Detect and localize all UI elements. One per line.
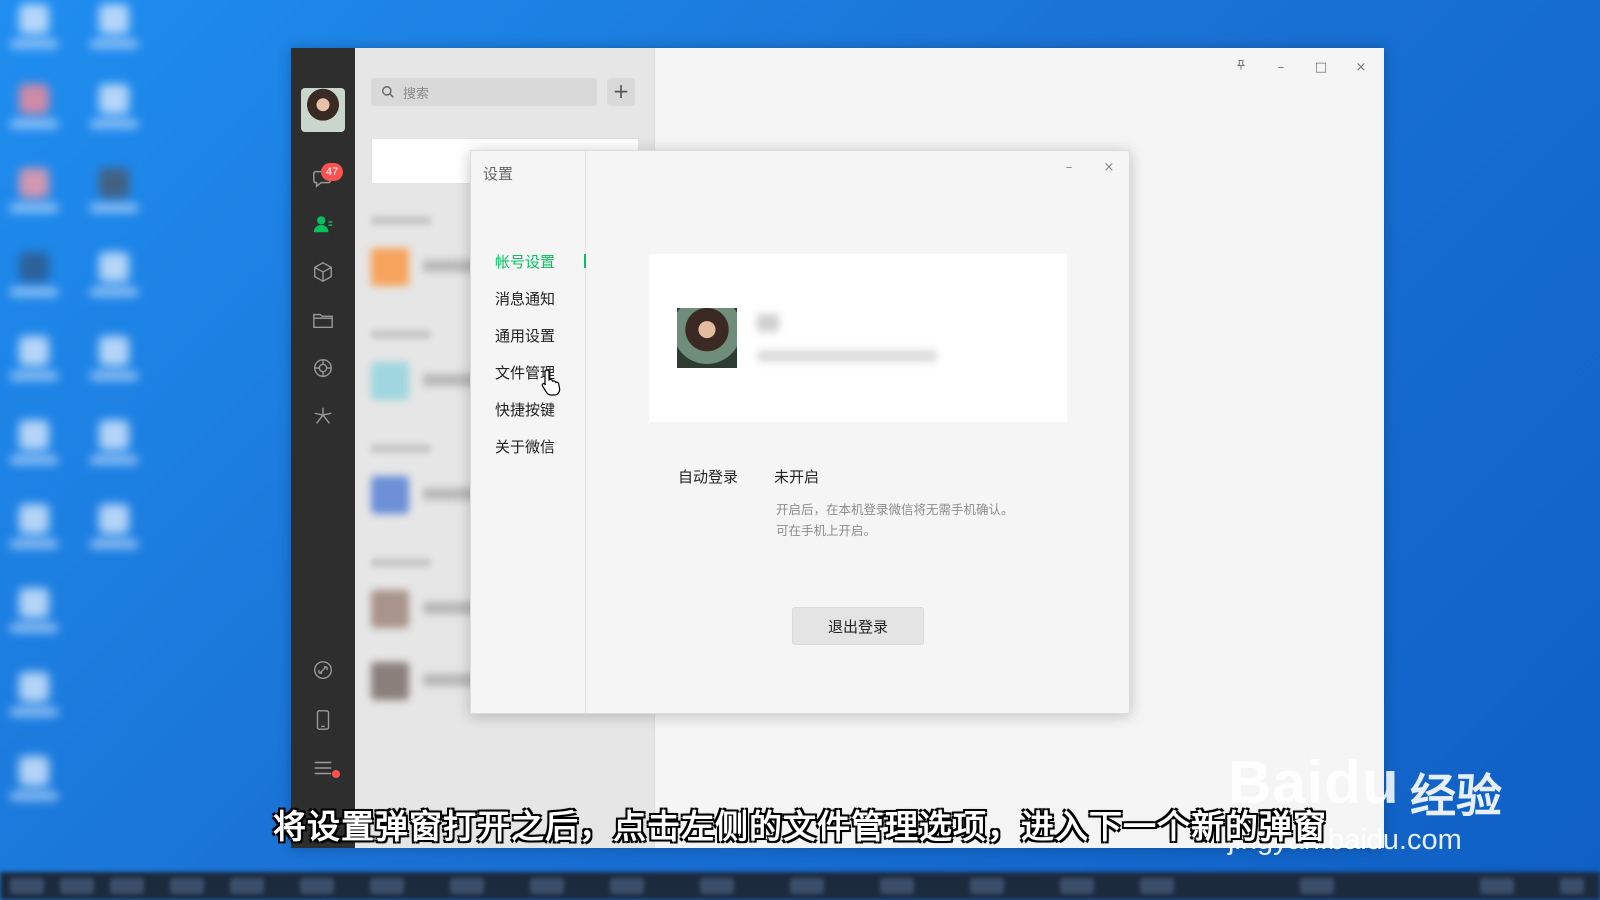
- nav-account-settings[interactable]: 帐号设置: [495, 251, 555, 272]
- hint-line: 开启后，在本机登录微信将无需手机确认。: [776, 502, 1014, 517]
- desktop-icon[interactable]: [6, 168, 62, 232]
- desktop-icon[interactable]: [86, 168, 142, 232]
- section-label: [371, 330, 431, 339]
- dialog-close-button[interactable]: ×: [1096, 155, 1122, 181]
- nav-message-notifications[interactable]: 消息通知: [495, 288, 555, 309]
- taskbar-item[interactable]: [970, 878, 1004, 894]
- desktop-icon[interactable]: [86, 252, 142, 316]
- section-label: [371, 216, 431, 225]
- maximize-button[interactable]: □: [1309, 56, 1333, 80]
- profile-card: [649, 254, 1067, 422]
- desktop-icon[interactable]: [86, 84, 142, 148]
- desktop-icon[interactable]: [6, 672, 62, 736]
- logout-button[interactable]: 退出登录: [792, 607, 924, 645]
- link-icon[interactable]: [311, 658, 335, 682]
- taskbar-item[interactable]: [60, 878, 94, 894]
- desktop-icon[interactable]: [86, 336, 142, 400]
- desktop-icon[interactable]: [86, 420, 142, 484]
- taskbar-item[interactable]: [1060, 878, 1094, 894]
- favorites-icon[interactable]: [311, 260, 335, 284]
- taskbar-item[interactable]: [450, 878, 484, 894]
- desktop-icon[interactable]: [6, 252, 62, 316]
- pin-icon[interactable]: [1229, 56, 1253, 80]
- desktop-icon[interactable]: [6, 588, 62, 652]
- auto-login-status: 未开启: [774, 468, 820, 486]
- search-input[interactable]: 搜索: [371, 78, 597, 106]
- desktop-icon[interactable]: [86, 4, 142, 68]
- taskbar-item[interactable]: [10, 878, 44, 894]
- desktop-icon[interactable]: [6, 336, 62, 400]
- auto-login-hint: 开启后，在本机登录微信将无需手机确认。 可在手机上开启。: [776, 499, 1076, 541]
- hint-line: 可在手机上开启。: [776, 523, 877, 538]
- desktop-icon[interactable]: [6, 84, 62, 148]
- taskbar-item[interactable]: [530, 878, 564, 894]
- wechat-sidebar: 47: [291, 48, 355, 848]
- video-caption: 将设置弹窗打开之后，点击左侧的文件管理选项，进入下一个新的弹窗: [273, 807, 1327, 846]
- profile-name-blurred: [757, 314, 779, 332]
- taskbar-item[interactable]: [610, 878, 644, 894]
- search-placeholder: 搜索: [403, 86, 430, 102]
- taskbar-item[interactable]: [300, 878, 334, 894]
- menu-icon[interactable]: [311, 756, 335, 780]
- taskbar-notification[interactable]: [1560, 878, 1584, 894]
- notification-dot: [332, 770, 340, 778]
- settings-dialog: 设置 – × 帐号设置 消息通知 通用设置 文件管理 快捷按键 关于微信 自动登…: [470, 150, 1130, 714]
- phone-icon[interactable]: [311, 708, 335, 732]
- auto-login-label: 自动登录: [678, 468, 739, 486]
- taskbar: [0, 872, 1600, 900]
- settings-nav: [471, 151, 586, 713]
- taskbar-item[interactable]: [1140, 878, 1174, 894]
- nav-about-wechat[interactable]: 关于微信: [495, 436, 555, 457]
- taskbar-item[interactable]: [1300, 878, 1334, 894]
- hand-cursor-icon: [541, 369, 561, 396]
- add-button[interactable]: +: [607, 78, 635, 106]
- moments-icon[interactable]: [311, 356, 335, 380]
- user-avatar[interactable]: [301, 88, 345, 132]
- desktop-icon[interactable]: [6, 420, 62, 484]
- contacts-icon[interactable]: [311, 212, 335, 236]
- unread-badge: 47: [321, 163, 343, 181]
- taskbar-item[interactable]: [110, 878, 144, 894]
- search-icon: [382, 86, 394, 98]
- mini-program-icon[interactable]: [311, 404, 335, 428]
- taskbar-item[interactable]: [880, 878, 914, 894]
- nav-shortcuts[interactable]: 快捷按键: [495, 399, 555, 420]
- profile-avatar: [677, 308, 737, 368]
- desktop-icon[interactable]: [6, 4, 62, 68]
- active-nav-indicator: [584, 254, 586, 268]
- section-label: [371, 444, 431, 453]
- section-label: [371, 558, 431, 567]
- taskbar-item[interactable]: [700, 878, 734, 894]
- taskbar-item[interactable]: [370, 878, 404, 894]
- nav-general-settings[interactable]: 通用设置: [495, 325, 555, 346]
- desktop-icon[interactable]: [86, 504, 142, 568]
- close-button[interactable]: ×: [1349, 56, 1373, 80]
- minimize-button[interactable]: –: [1269, 56, 1293, 80]
- dialog-title: 设置: [483, 165, 514, 183]
- folder-icon[interactable]: [311, 308, 335, 332]
- taskbar-clock[interactable]: [1480, 878, 1514, 894]
- dialog-minimize-button[interactable]: –: [1056, 155, 1082, 181]
- taskbar-item[interactable]: [230, 878, 264, 894]
- desktop-icon[interactable]: [6, 504, 62, 568]
- profile-id-blurred: [757, 350, 937, 362]
- taskbar-item[interactable]: [170, 878, 204, 894]
- taskbar-item[interactable]: [790, 878, 824, 894]
